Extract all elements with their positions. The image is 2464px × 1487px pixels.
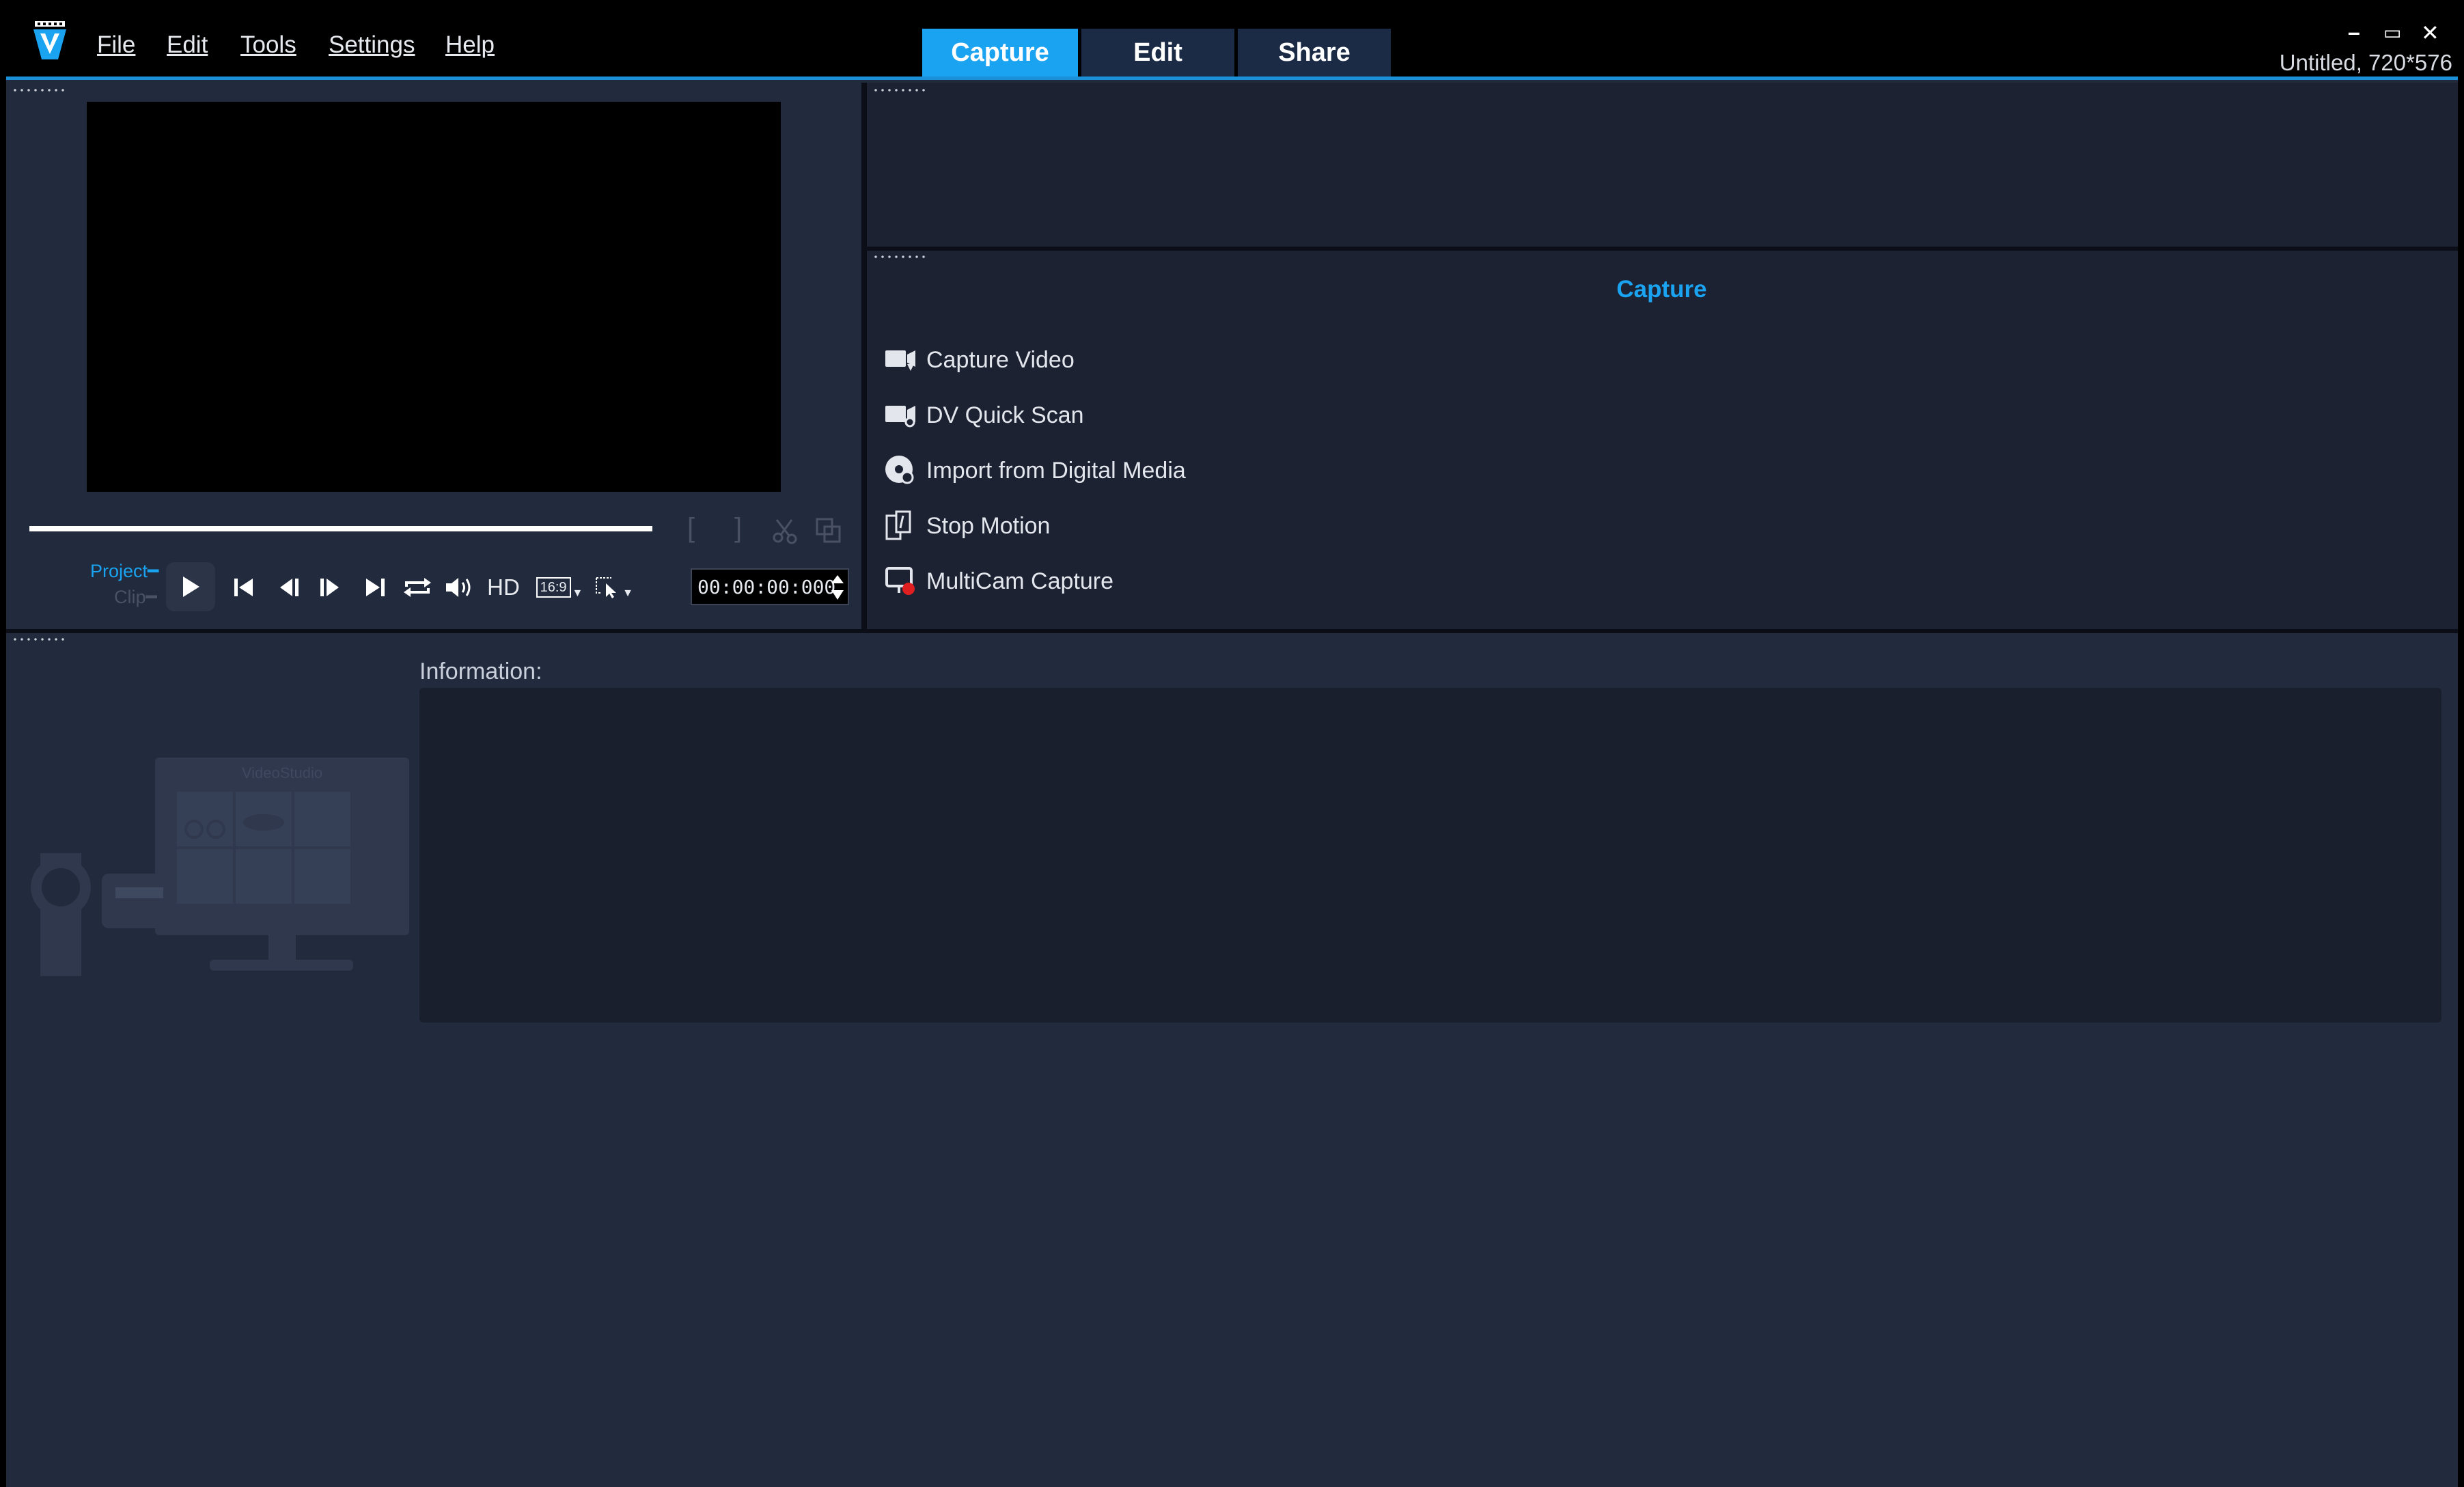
vertical-splitter[interactable] (861, 83, 867, 629)
stop-motion-option[interactable]: Stop Motion (884, 505, 1050, 546)
tab-share[interactable]: Share (1238, 29, 1391, 77)
multicam-capture-icon (884, 565, 917, 598)
next-frame-button[interactable] (315, 572, 345, 602)
restore-button[interactable]: ▭ (2383, 21, 2401, 44)
capture-video-option[interactable]: Capture Video (884, 339, 1075, 380)
volume-button[interactable] (443, 572, 476, 602)
import-digital-media-option[interactable]: Import from Digital Media (884, 450, 1186, 491)
tab-edit[interactable]: Edit (1081, 29, 1234, 77)
library-panel (867, 83, 2458, 247)
videostudio-logo-icon (33, 21, 66, 59)
chevron-down-icon: ▼ (572, 587, 583, 599)
play-button[interactable] (166, 562, 215, 611)
mode-clip[interactable]: Clip━ (114, 587, 157, 608)
mode-project[interactable]: Project━ (90, 561, 158, 582)
multicam-capture-label: MultiCam Capture (926, 568, 1113, 594)
timecode-value: 00:00:00:000 (697, 575, 836, 598)
mode-clip-label: Clip (114, 587, 146, 607)
go-to-end-button[interactable] (360, 572, 390, 602)
stop-motion-icon (884, 510, 917, 542)
chevron-down-icon: ▼ (622, 587, 633, 599)
dv-quick-scan-icon (884, 399, 917, 432)
capture-panel-title: Capture (1616, 276, 1707, 303)
skip-end-icon (366, 579, 385, 596)
dv-quick-scan-option[interactable]: DV Quick Scan (884, 395, 1084, 436)
info-panel-grip[interactable] (12, 637, 66, 641)
import-digital-media-icon (884, 454, 917, 487)
tab-capture[interactable]: Capture (922, 29, 1078, 77)
import-digital-media-label: Import from Digital Media (926, 457, 1186, 484)
repeat-button[interactable] (401, 572, 434, 602)
close-button[interactable]: ✕ (2421, 20, 2439, 46)
skip-start-icon (234, 579, 253, 596)
previous-frame-icon (280, 579, 299, 596)
tab-share-label: Share (1278, 38, 1351, 67)
menu-file[interactable]: File (97, 28, 135, 62)
illustration-brand-text: VideoStudio (242, 764, 322, 781)
menu-edit[interactable]: Edit (167, 28, 208, 62)
menu-help[interactable]: Help (445, 28, 495, 62)
dv-quick-scan-label: DV Quick Scan (926, 402, 1084, 428)
horizontal-splitter-main[interactable] (6, 629, 2458, 633)
capture-illustration: VideoStudio (31, 758, 409, 976)
stop-motion-label: Stop Motion (926, 512, 1051, 539)
play-icon (183, 576, 199, 597)
menu-tools-label: Tools (240, 31, 296, 58)
player-panel-grip[interactable] (12, 88, 66, 92)
mark-out-button[interactable]: ] (734, 513, 742, 544)
preview-mode-button[interactable]: ▼ (592, 572, 636, 602)
aspect-ratio-button[interactable]: 16:9 ▼ (535, 572, 584, 602)
speaker-icon (446, 578, 471, 597)
menu-settings[interactable]: Settings (329, 28, 415, 62)
title-bar: File Edit Tools Settings Help Capture Ed… (6, 6, 2458, 77)
go-to-start-button[interactable] (229, 572, 259, 602)
tab-capture-label: Capture (951, 38, 1049, 67)
scissors-icon[interactable] (771, 517, 801, 546)
repeat-icon (404, 578, 431, 597)
capture-video-icon (884, 344, 917, 376)
mode-project-label: Project (90, 561, 148, 581)
menu-file-label: File (97, 31, 136, 58)
project-info: Untitled, 720*576 (2279, 50, 2452, 75)
selection-cursor-icon (596, 577, 617, 598)
preview-screen (87, 102, 781, 492)
aspect-ratio-label: 16:9 (536, 577, 571, 598)
minimize-button[interactable]: – (2348, 20, 2360, 45)
scrubber-bar[interactable] (29, 526, 652, 531)
app-window: File Edit Tools Settings Help Capture Ed… (6, 6, 2458, 1487)
capture-video-label: Capture Video (926, 346, 1075, 373)
multicam-capture-option[interactable]: MultiCam Capture (884, 561, 1113, 602)
tab-edit-label: Edit (1133, 38, 1182, 67)
next-frame-icon (320, 579, 339, 596)
enlarge-preview-icon[interactable] (815, 517, 842, 544)
title-bar-accent-line (6, 77, 2458, 80)
library-panel-grip[interactable] (872, 88, 927, 92)
capture-panel-grip[interactable] (872, 255, 927, 259)
timecode-spinner-icon[interactable] (830, 572, 845, 602)
previous-frame-button[interactable] (274, 572, 304, 602)
menu-edit-label: Edit (167, 31, 208, 58)
menu-help-label: Help (445, 31, 495, 58)
information-label: Information: (419, 658, 542, 684)
menu-tools[interactable]: Tools (240, 28, 296, 62)
information-box (419, 688, 2441, 1023)
hd-button[interactable]: HD (484, 572, 523, 602)
timecode-field[interactable]: 00:00:00:000 (691, 568, 849, 605)
menu-settings-label: Settings (329, 31, 415, 58)
mark-in-button[interactable]: [ (687, 513, 695, 544)
